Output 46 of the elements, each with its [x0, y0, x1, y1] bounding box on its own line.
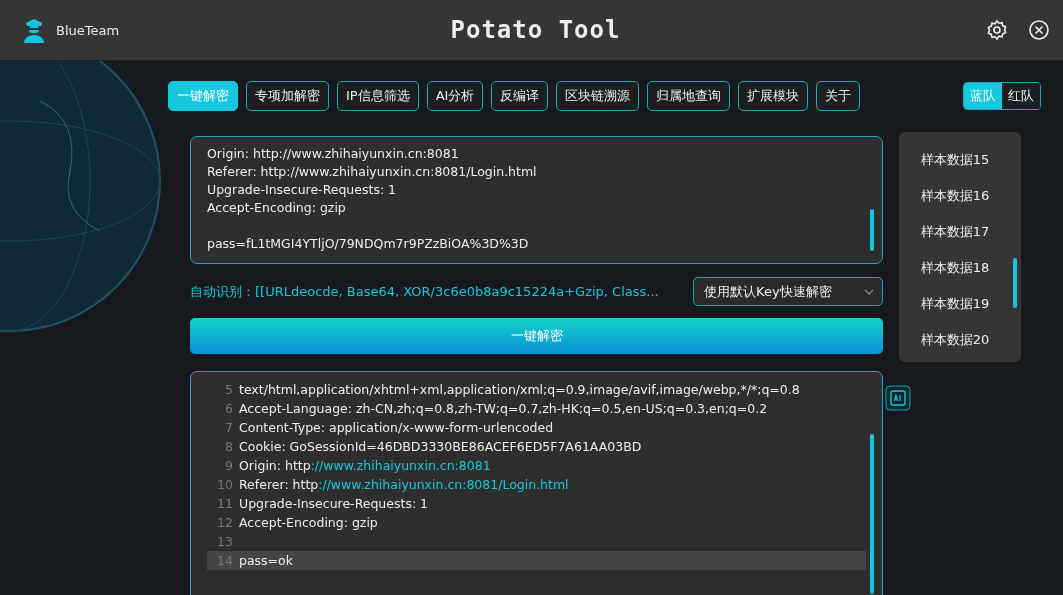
sample-item[interactable]: 样本数据16 [899, 178, 1021, 214]
scrollbar[interactable] [1013, 258, 1017, 308]
scrollbar[interactable] [870, 209, 874, 251]
tab[interactable]: IP信息筛选 [337, 81, 419, 111]
auto-detect-label: 自动识别： [190, 282, 255, 301]
line-number: 7 [224, 420, 234, 435]
app-title: Potato Tool [450, 16, 621, 44]
code-line: Origin: http://www.zhihaiyunxin.cn:8081 [239, 458, 491, 473]
sample-item[interactable]: 样本数据19 [899, 286, 1021, 322]
code-line: text/html,application/xhtml+xml,application/xml;q=0.9,image/avif,image/webp,*/*;q=0.8 [239, 382, 800, 397]
tab[interactable]: 扩展模块 [738, 81, 809, 111]
code-line: pass=ok [239, 553, 293, 568]
tab[interactable]: 专项加解密 [246, 81, 329, 111]
line-number: 5 [224, 382, 234, 397]
auto-detect-value: [[URLdeocde, Base64, XOR/3c6e0b8a9c15224a+Gzip, Class... [255, 284, 660, 299]
input-field[interactable]: Origin: http://www.zhihaiyunxin.cn:8081 Referer: http://www.zhihaiyunxin.cn:8081/Login.html Upgrade-Insecure-Requests: 1 Accept-Encoding: gzip pass=fL1tMGI4YTljO/79NDQm7r9PZzBiOA%3D%3D [190, 136, 883, 264]
line-number: 6 [224, 401, 234, 416]
line-number: 11 [216, 496, 234, 511]
code-line: Accept-Language: zh-CN,zh;q=0.8,zh-TW;q=0.7,zh-HK;q=0.5,en-US;q=0.3,en;q=0.2 [239, 401, 768, 416]
sample-item[interactable]: 样本数据17 [899, 214, 1021, 250]
code-line: Accept-Encoding: gzip [239, 515, 378, 530]
line-number: 8 [224, 439, 234, 454]
tab[interactable]: 归属地查询 [647, 81, 731, 111]
user-name: BlueTeam [56, 22, 120, 38]
tab[interactable]: 关于 [816, 81, 861, 111]
tab[interactable]: AI分析 [426, 81, 484, 111]
code-line: Content-Type: application/x-www-form-urlencoded [239, 420, 554, 435]
sample-item[interactable]: 样本数据18 [899, 250, 1021, 286]
code-line: Referer: http://www.zhihaiyunxin.cn:8081/Login.html [239, 477, 569, 492]
ai-chip-icon[interactable] [885, 385, 911, 411]
settings-icon[interactable] [985, 18, 1009, 42]
line-number: 9 [224, 458, 234, 473]
tab[interactable]: 区块链溯源 [556, 81, 640, 111]
sample-item[interactable]: 样本数据15 [899, 142, 1021, 178]
team-toggle-option[interactable]: 红队 [1002, 83, 1040, 109]
code-line: Upgrade-Insecure-Requests: 1 [239, 496, 429, 511]
scrollbar[interactable] [870, 434, 874, 594]
line-number: 13 [216, 534, 234, 549]
caret-icon [864, 288, 874, 295]
line-number: 12 [216, 515, 234, 530]
code-line: Cookie: GoSessionId=46DBD3330BE86ACEF6ED5F7A61AA03BD [239, 439, 642, 454]
line-number: 10 [216, 477, 234, 492]
tab[interactable]: 反编译 [491, 81, 549, 111]
mode-dropdown[interactable]: 使用默认Key快速解密 [693, 277, 883, 306]
close-icon[interactable] [1027, 18, 1051, 42]
sample-item[interactable]: 样本数据20 [899, 322, 1021, 358]
